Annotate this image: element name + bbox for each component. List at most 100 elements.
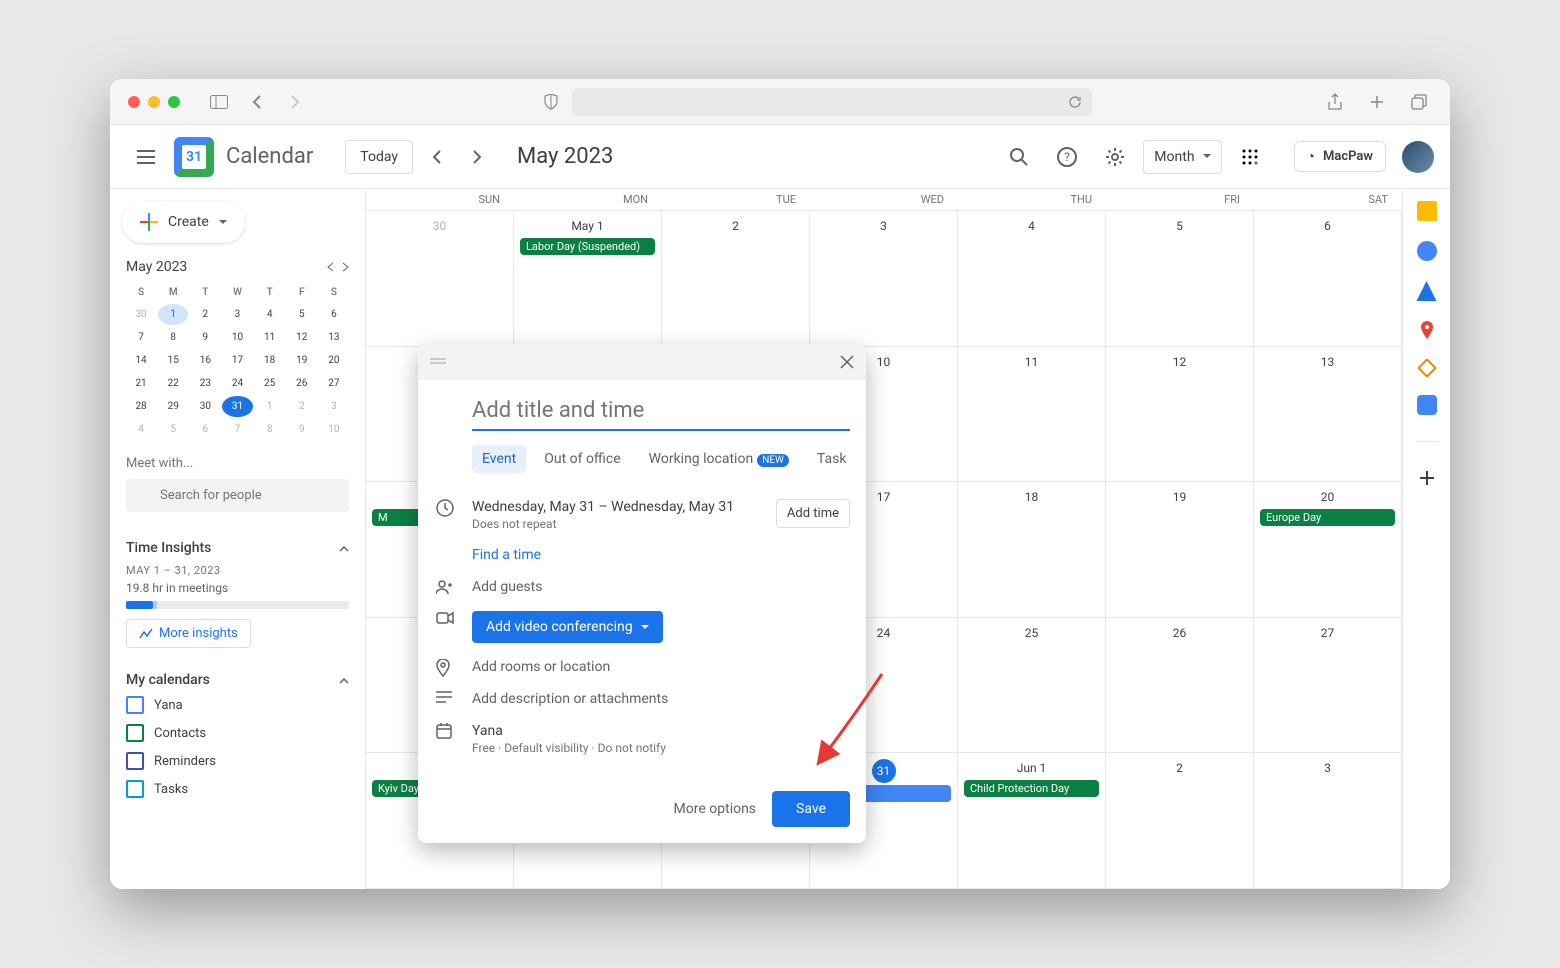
more-options-button[interactable]: More options [674, 801, 757, 817]
mini-day[interactable]: 29 [158, 396, 188, 417]
mini-day[interactable]: 1 [255, 396, 285, 417]
help-icon[interactable]: ? [1047, 137, 1087, 177]
url-bar[interactable] [572, 88, 1092, 116]
mini-day[interactable]: 23 [190, 373, 220, 394]
mini-day[interactable]: 8 [158, 327, 188, 348]
mini-day[interactable]: 3 [319, 396, 349, 417]
apps-icon[interactable] [1230, 137, 1270, 177]
day-cell[interactable]: 26 [1106, 618, 1254, 753]
day-cell[interactable]: 3 [1254, 753, 1402, 888]
day-cell[interactable]: 11 [958, 347, 1106, 482]
my-calendars-header[interactable]: My calendars [126, 672, 349, 688]
today-button[interactable]: Today [345, 140, 413, 174]
prev-month-icon[interactable] [421, 141, 453, 173]
day-cell[interactable]: 27 [1254, 618, 1402, 753]
calendar-checkbox[interactable] [126, 724, 144, 742]
day-cell[interactable]: 6 [1254, 211, 1402, 346]
mini-day[interactable]: 4 [126, 419, 156, 440]
mini-day[interactable]: 7 [222, 419, 252, 440]
day-cell[interactable]: 20Europe Day [1254, 482, 1402, 617]
mini-day[interactable]: 15 [158, 350, 188, 371]
mini-day[interactable]: 7 [126, 327, 156, 348]
add-guests-field[interactable]: Add guests [472, 579, 542, 595]
close-popup-icon[interactable] [840, 355, 854, 369]
add-time-button[interactable]: Add time [776, 499, 850, 528]
calendar-checkbox[interactable] [126, 780, 144, 798]
mini-day[interactable]: 9 [287, 419, 317, 440]
calendar-item[interactable]: Contacts [126, 724, 349, 742]
day-cell[interactable]: 13 [1254, 347, 1402, 482]
mini-day[interactable]: 10 [222, 327, 252, 348]
tabs-icon[interactable] [1406, 90, 1432, 114]
event-chip[interactable]: Child Protection Day [964, 780, 1099, 797]
mini-day[interactable]: 22 [158, 373, 188, 394]
day-cell[interactable]: 2 [662, 211, 810, 346]
day-cell[interactable]: 18 [958, 482, 1106, 617]
search-people-input[interactable] [126, 479, 349, 512]
add-addon-icon[interactable] [1417, 468, 1437, 488]
drag-handle-icon[interactable] [430, 358, 446, 366]
share-icon[interactable] [1322, 90, 1348, 114]
mini-next-icon[interactable] [342, 262, 349, 272]
mini-day[interactable]: 17 [222, 350, 252, 371]
day-cell[interactable]: 19 [1106, 482, 1254, 617]
mini-day[interactable]: 12 [287, 327, 317, 348]
mini-day[interactable]: 27 [319, 373, 349, 394]
mini-day[interactable]: 8 [255, 419, 285, 440]
mini-day[interactable]: 6 [319, 304, 349, 325]
mini-day[interactable]: 14 [126, 350, 156, 371]
addon-icon[interactable] [1417, 358, 1437, 378]
calendar-checkbox[interactable] [126, 696, 144, 714]
mini-day[interactable]: 30 [126, 304, 156, 325]
mini-day[interactable]: 26 [287, 373, 317, 394]
event-chip[interactable]: Labor Day (Suspended) [520, 238, 655, 255]
add-location-field[interactable]: Add rooms or location [472, 659, 610, 675]
view-selector[interactable]: Month [1143, 140, 1221, 174]
mini-day[interactable]: 6 [190, 419, 220, 440]
maximize-window-icon[interactable] [168, 96, 180, 108]
calendar-item[interactable]: Reminders [126, 752, 349, 770]
mini-day[interactable]: 31 [222, 396, 252, 417]
close-window-icon[interactable] [128, 96, 140, 108]
day-cell[interactable]: 2 [1106, 753, 1254, 888]
day-cell[interactable]: Jun 1Child Protection Day [958, 753, 1106, 888]
mini-day[interactable]: 3 [222, 304, 252, 325]
save-button[interactable]: Save [772, 791, 850, 827]
company-badge[interactable]: ◔MacPaw [1294, 141, 1386, 172]
mini-day[interactable]: 2 [287, 396, 317, 417]
mini-day[interactable]: 21 [126, 373, 156, 394]
day-cell[interactable]: 12 [1106, 347, 1254, 482]
search-icon[interactable] [999, 137, 1039, 177]
mini-day[interactable]: 9 [190, 327, 220, 348]
mini-day[interactable]: 30 [190, 396, 220, 417]
calendar-checkbox[interactable] [126, 752, 144, 770]
more-insights-button[interactable]: More insights [126, 619, 251, 648]
mini-day[interactable]: 16 [190, 350, 220, 371]
day-cell[interactable]: May 1Labor Day (Suspended) [514, 211, 662, 346]
mini-day[interactable]: 24 [222, 373, 252, 394]
shield-icon[interactable] [538, 90, 564, 114]
day-cell[interactable]: 30 [366, 211, 514, 346]
event-title-input[interactable] [472, 392, 850, 431]
forward-icon[interactable] [282, 90, 308, 114]
day-cell[interactable]: 4 [958, 211, 1106, 346]
calendar-item[interactable]: Yana [126, 696, 349, 714]
reload-icon[interactable] [1068, 95, 1082, 109]
mini-day[interactable]: 5 [158, 419, 188, 440]
tab-out-of-office[interactable]: Out of office [534, 445, 630, 473]
mini-day[interactable]: 11 [255, 327, 285, 348]
event-chip[interactable]: Europe Day [1260, 509, 1395, 526]
tab-task[interactable]: Task [807, 445, 857, 473]
menu-icon[interactable] [126, 137, 166, 177]
meet-icon[interactable] [1417, 395, 1437, 415]
mini-day[interactable]: 2 [190, 304, 220, 325]
back-icon[interactable] [244, 90, 270, 114]
create-button[interactable]: Create [122, 201, 245, 243]
tasks-icon[interactable] [1417, 241, 1437, 261]
event-date-range[interactable]: Wednesday, May 31 – Wednesday, May 31 [472, 499, 734, 515]
mini-day[interactable]: 25 [255, 373, 285, 394]
next-month-icon[interactable] [461, 141, 493, 173]
day-cell[interactable]: 5 [1106, 211, 1254, 346]
add-description-field[interactable]: Add description or attachments [472, 691, 668, 707]
calendar-item[interactable]: Tasks [126, 780, 349, 798]
